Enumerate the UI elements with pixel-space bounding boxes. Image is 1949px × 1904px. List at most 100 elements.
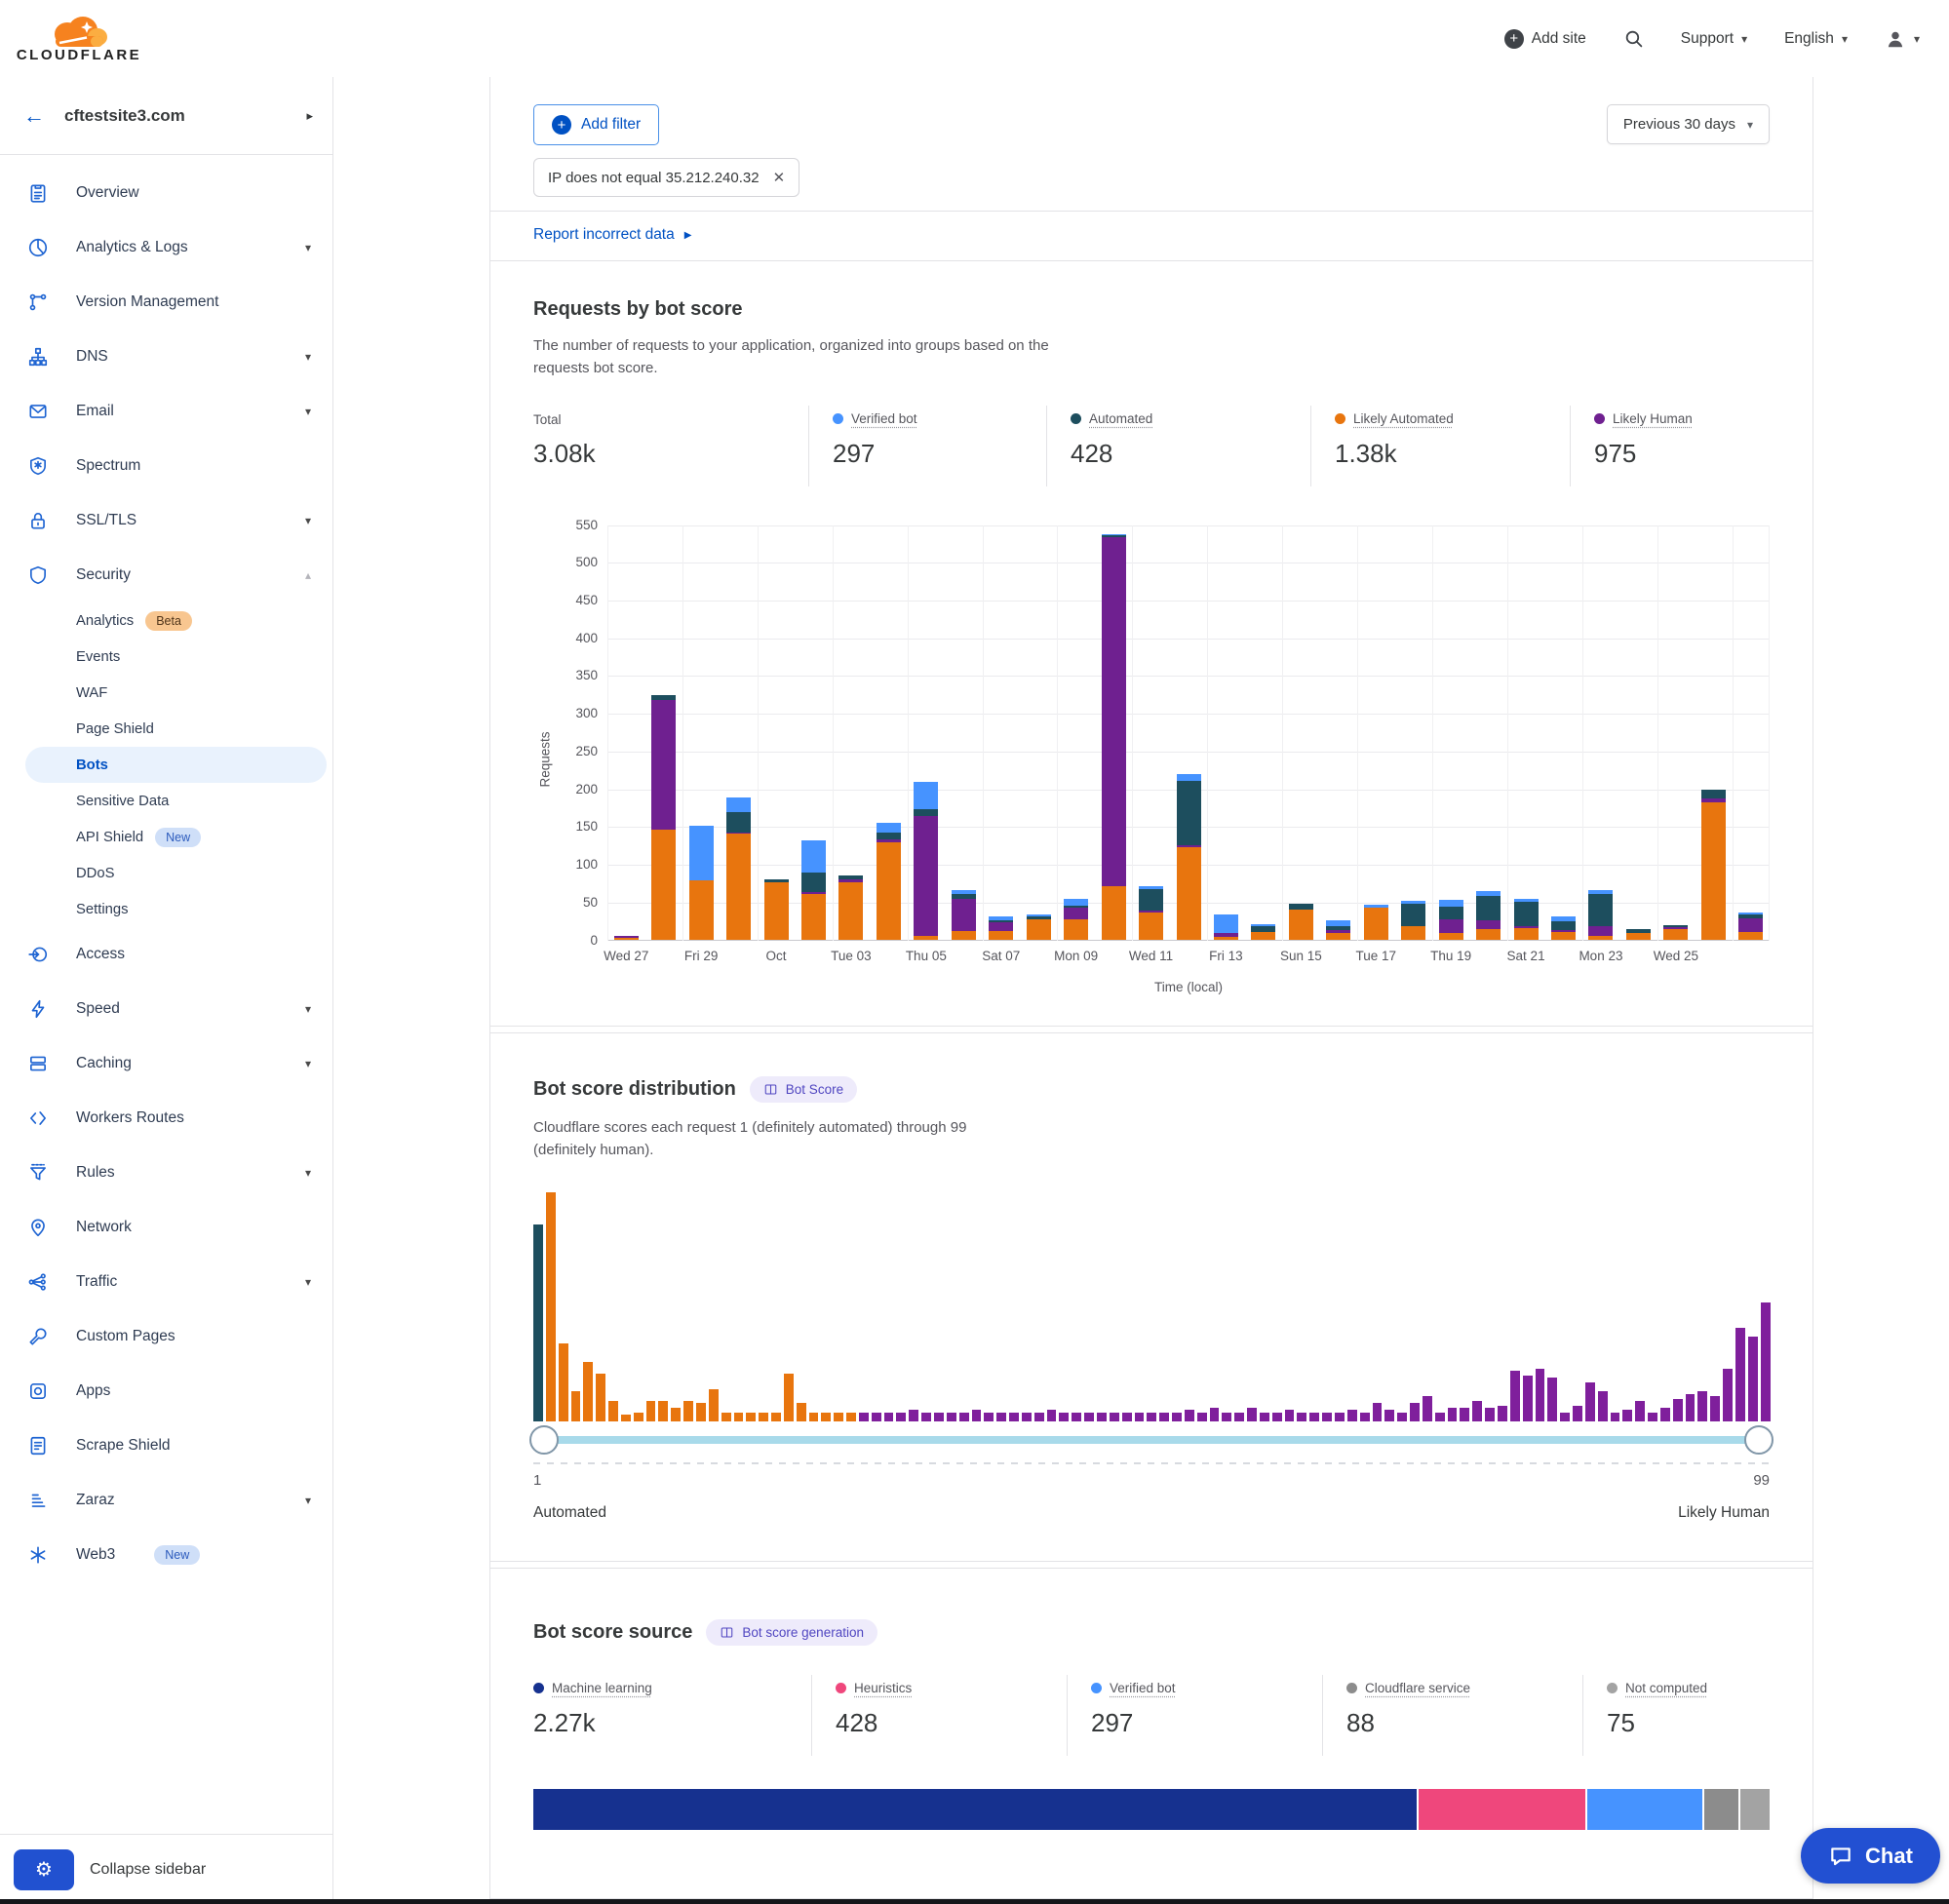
report-incorrect-data-link[interactable]: Report incorrect data ▶ [533,226,691,244]
bot-score-histogram [533,1192,1770,1421]
sidebar-item-api-shield[interactable]: API ShieldNew [0,819,332,855]
scrape-shield-icon [27,1435,49,1457]
bar-segment-likely-automated [1289,910,1313,940]
sidebar-item-label: Network [76,1219,132,1236]
sidebar-item-label: Web3 [76,1546,115,1564]
bar-day-13 [1064,899,1088,939]
bar-day-14 [1102,534,1126,940]
sidebar-item-security[interactable]: Security▴ [0,548,332,602]
search-icon [1623,28,1644,49]
bot-score-badge[interactable]: Bot Score [750,1076,857,1103]
sidebar-item-workers-routes[interactable]: Workers Routes [0,1091,332,1146]
bar-segment-automated [1588,894,1613,926]
bar-segment-likely-automated [1439,933,1463,939]
add-site-button[interactable]: + Add site [1504,29,1586,49]
histogram-bar-score-4 [571,1391,581,1421]
account-menu[interactable]: ▾ [1885,28,1920,50]
sidebar-item-rules[interactable]: Rules▾ [0,1146,332,1200]
sidebar-item-traffic[interactable]: Traffic▾ [0,1255,332,1309]
sidebar-item-bots[interactable]: Bots [25,747,327,783]
histogram-bar-score-49 [1135,1413,1145,1421]
requests-card-description: The number of requests to your applicati… [533,334,1060,380]
slider-max-value: 99 [1753,1472,1770,1489]
sidebar-item-spectrum[interactable]: Spectrum [0,439,332,493]
histogram-bar-score-12 [671,1408,681,1421]
bot-score-distribution-card: Bot score distribution Bot Score Cloudfl… [490,1032,1813,1563]
sidebar-item-apps[interactable]: Apps [0,1364,332,1418]
sidebar-item-page-shield[interactable]: Page Shield [0,711,332,747]
top-header: CLOUDFLARE + Add site Support ▾ English … [0,0,1949,77]
bar-segment-likely-automated [1626,933,1651,939]
bar-day-12 [1027,914,1051,940]
sidebar-item-network[interactable]: Network [0,1200,332,1255]
sidebar-item-ddos[interactable]: DDoS [0,855,332,891]
bar-segment-likely-automated [726,834,751,939]
stat-label: Likely Human [1613,411,1693,426]
sidebar-item-settings[interactable]: Settings [0,891,332,927]
histogram-bar-score-78 [1498,1406,1507,1421]
sidebar-item-access[interactable]: Access [0,927,332,982]
sidebar-item-overview[interactable]: Overview [0,166,332,220]
chevron-right-icon[interactable]: ▸ [306,108,313,124]
collapse-sidebar-button[interactable]: Collapse sidebar [90,1861,206,1879]
language-menu[interactable]: English ▾ [1784,30,1848,48]
sidebar-item-caching[interactable]: Caching▾ [0,1036,332,1091]
histogram-bar-score-47 [1110,1413,1119,1421]
sidebar-item-email[interactable]: Email▾ [0,384,332,439]
histogram-bar-score-74 [1448,1408,1458,1421]
histogram-bar-score-88 [1622,1410,1632,1421]
docs-icon [720,1625,734,1640]
bot-score-generation-badge[interactable]: Bot score generation [706,1619,877,1646]
chat-button[interactable]: Chat [1801,1828,1940,1884]
support-menu[interactable]: Support ▾ [1681,30,1747,48]
chevron-down-icon: ▾ [1914,33,1920,45]
sidebar-item-waf[interactable]: WAF [0,675,332,711]
search-button[interactable] [1623,28,1644,49]
histogram-bar-score-41 [1034,1413,1044,1421]
slider-handle-max[interactable] [1744,1425,1774,1455]
x-tick-label: Tue 03 [831,949,872,963]
histogram-bar-score-60 [1272,1413,1282,1421]
histogram-bar-score-87 [1611,1413,1620,1421]
bar-day-21 [1364,905,1388,940]
date-range-dropdown[interactable]: Previous 30 days ▾ [1607,104,1770,144]
sidebar-item-custom-pages[interactable]: Custom Pages [0,1309,332,1364]
histogram-bar-score-7 [608,1401,618,1421]
add-filter-button[interactable]: + Add filter [533,104,659,145]
sidebar-item-ssl-tls[interactable]: SSL/TLS▾ [0,493,332,548]
gridline [607,752,1770,753]
bar-day-24 [1476,891,1501,940]
sidebar-item-sensitive-data[interactable]: Sensitive Data [0,783,332,819]
sidebar-item-dns[interactable]: DNS▾ [0,330,332,384]
bar-segment-likely-automated [1177,847,1201,939]
web3-icon [27,1544,49,1566]
sidebar-item-speed[interactable]: Speed▾ [0,982,332,1036]
bar-day-27 [1588,890,1613,939]
site-switcher[interactable]: ← cftestsite3.com ▸ [0,77,332,155]
x-tick-label: Fri 29 [684,949,719,963]
slider-track[interactable] [533,1436,1770,1444]
slider-handle-min[interactable] [529,1425,559,1455]
bar-segment-automated [801,873,826,891]
sidebar-item-analytics-logs[interactable]: Analytics & Logs▾ [0,220,332,275]
sidebar-item-label: Workers Routes [76,1109,184,1127]
y-axis-labels: 050100150200250300350400450500550 [557,525,607,994]
sidebar-item-analytics[interactable]: AnalyticsBeta [0,602,332,639]
settings-gear-button[interactable]: ⚙ [14,1849,74,1890]
histogram-bar-score-37 [984,1413,994,1421]
sidebar-item-version-management[interactable]: Version Management [0,275,332,330]
analytics-icon [27,237,49,258]
x-tick-label: Oct [766,949,787,963]
chevron-up-icon: ▴ [305,568,311,582]
bar-segment-likely-automated [1551,932,1576,940]
sidebar-item-web3[interactable]: Web3New [0,1528,332,1582]
score-range-slider[interactable] [533,1425,1770,1455]
stat-verified-bot: Verified bot297 [1067,1675,1322,1756]
remove-filter-icon[interactable]: ✕ [773,169,786,186]
sidebar-item-events[interactable]: Events [0,639,332,675]
x-tick-label: Fri 13 [1209,949,1243,963]
sidebar-item-scrape-shield[interactable]: Scrape Shield [0,1418,332,1473]
bar-segment-automated [1139,889,1163,911]
sidebar-item-zaraz[interactable]: Zaraz▾ [0,1473,332,1528]
back-arrow-icon[interactable]: ← [23,103,45,129]
